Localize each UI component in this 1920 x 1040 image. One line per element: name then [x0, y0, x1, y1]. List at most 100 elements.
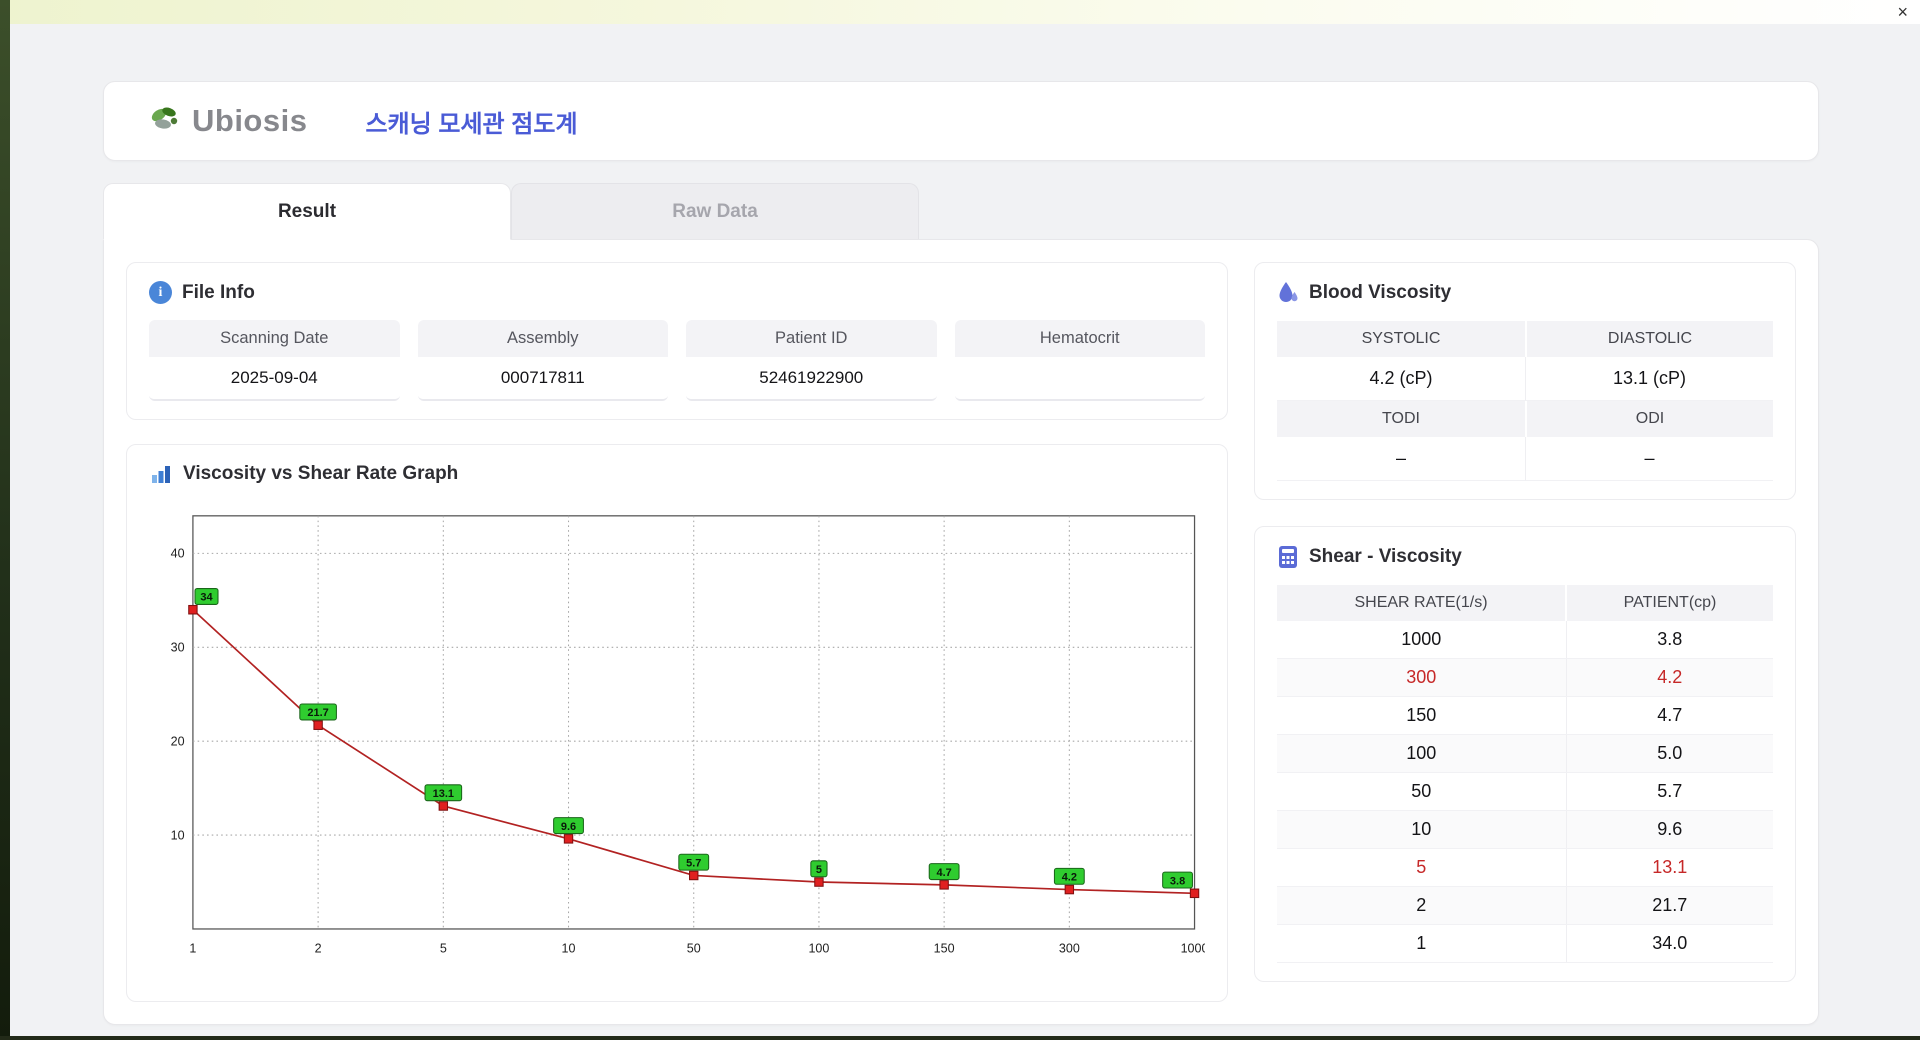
bv-metric-value: –: [1277, 437, 1525, 481]
tab-raw-data[interactable]: Raw Data: [511, 183, 919, 239]
svg-text:13.1: 13.1: [433, 788, 454, 800]
svg-text:30: 30: [171, 640, 185, 654]
field-label: Scanning Date: [149, 320, 400, 357]
svg-text:40: 40: [171, 547, 185, 561]
cell-patient: 5.0: [1565, 734, 1773, 773]
svg-text:50: 50: [687, 941, 701, 955]
window-close-icon[interactable]: ×: [1897, 3, 1908, 21]
cell-shear-rate: 100: [1277, 734, 1566, 773]
table-row: 1 34.0: [1277, 924, 1773, 963]
cell-shear-rate: 2: [1277, 886, 1566, 925]
page-title: 스캐닝 모세관 점도계: [365, 110, 578, 138]
field-value: [954, 357, 1205, 399]
table-header: SHEAR RATE(1/s) PATIENT(cp): [1277, 585, 1773, 621]
bv-metric-value: 13.1 (cP): [1525, 357, 1773, 401]
app-header: Ubiosis 스캐닝 모세관 점도계: [103, 81, 1819, 161]
cell-patient: 34.0: [1565, 924, 1773, 963]
cell-patient: 4.2: [1565, 658, 1773, 697]
file-info-field: Hematocrit: [954, 320, 1205, 401]
table-row: 150 4.7: [1277, 696, 1773, 735]
table-row: 100 5.0: [1277, 734, 1773, 773]
svg-text:1: 1: [189, 941, 196, 955]
blood-viscosity-grid: SYSTOLIC DIASTOLIC 4.2 (cP) 13.1 (cP) TODI OD…: [1277, 321, 1773, 481]
cell-shear-rate: 10: [1277, 810, 1566, 849]
logo-text: Ubiosis: [192, 103, 308, 138]
svg-text:2: 2: [315, 941, 322, 955]
window-left-strip: [0, 0, 10, 1040]
svg-text:5: 5: [816, 864, 822, 876]
graph-card: Viscosity vs Shear Rate Graph 10 20 30 40 1 2…: [126, 444, 1228, 1002]
bv-metric-value: –: [1525, 437, 1773, 481]
cell-shear-rate: 1: [1277, 924, 1566, 963]
tab-result[interactable]: Result: [103, 183, 511, 240]
viscosity-chart-svg: 10 20 30 40 1 2 5 10 50 100 150 300 1000 34 21.7 13.1 9.…: [171, 515, 1205, 955]
left-column: i File Info Scanning Date 2025-09-04 Assem…: [126, 262, 1228, 1002]
svg-text:5: 5: [440, 941, 447, 955]
bv-metric-label: SYSTOLIC: [1277, 321, 1525, 357]
content-panel: i File Info Scanning Date 2025-09-04 Assem…: [103, 239, 1819, 1025]
cell-patient: 9.6: [1565, 810, 1773, 849]
svg-text:4.2: 4.2: [1062, 871, 1077, 883]
table-row: 2 21.7: [1277, 886, 1773, 925]
shear-viscosity-rows: 1000 3.8 300 4.2 150 4.7 100 5.0 50 5.7 10 9.6 5 13.1…: [1277, 621, 1773, 963]
calculator-icon: [1279, 546, 1297, 568]
file-info-header: i File Info: [149, 281, 1205, 304]
shear-viscosity-title: Shear - Viscosity: [1309, 546, 1462, 567]
logo-leaf-icon: [151, 107, 178, 129]
table-row: 5 13.1: [1277, 848, 1773, 887]
svg-text:20: 20: [171, 734, 185, 748]
app-logo: Ubiosis: [146, 101, 307, 141]
svg-text:300: 300: [1059, 941, 1080, 955]
table-row: 1000 3.8: [1277, 621, 1773, 659]
field-label: Assembly: [417, 320, 668, 357]
cell-patient: 5.7: [1565, 772, 1773, 811]
bar-chart-icon: [152, 466, 170, 483]
bv-metric-label: TODI: [1277, 401, 1525, 437]
info-icon: i: [149, 281, 172, 304]
bv-metric-label: DIASTOLIC: [1525, 321, 1773, 357]
svg-text:5.7: 5.7: [686, 857, 701, 869]
graph-header: Viscosity vs Shear Rate Graph: [149, 463, 1205, 485]
svg-text:4.7: 4.7: [937, 867, 952, 879]
file-info-field: Scanning Date 2025-09-04: [149, 320, 400, 401]
file-info-title: File Info: [182, 281, 255, 303]
svg-text:3.8: 3.8: [1170, 875, 1185, 887]
field-value: 000717811: [417, 357, 668, 399]
blood-viscosity-title: Blood Viscosity: [1309, 282, 1452, 303]
svg-text:1000: 1000: [1181, 941, 1205, 955]
svg-text:150: 150: [934, 941, 955, 955]
svg-text:10: 10: [562, 941, 576, 955]
table-row: 50 5.7: [1277, 772, 1773, 811]
cell-shear-rate: 150: [1277, 696, 1566, 735]
column-header-patient: PATIENT(cp): [1565, 585, 1773, 621]
file-info-fields: Scanning Date 2025-09-04 Assembly 000717811…: [149, 320, 1205, 401]
file-info-field: Patient ID 52461922900: [686, 320, 937, 401]
cell-patient: 3.8: [1565, 621, 1773, 659]
field-label: Patient ID: [686, 320, 937, 357]
file-info-card: i File Info Scanning Date 2025-09-04 Assem…: [126, 262, 1228, 420]
cell-shear-rate: 300: [1277, 658, 1566, 697]
table-row: 300 4.2: [1277, 658, 1773, 697]
bv-metric-label: ODI: [1525, 401, 1773, 437]
blood-viscosity-header: Blood Viscosity: [1277, 281, 1773, 305]
shear-viscosity-card: Shear - Viscosity SHEAR RATE(1/s) PATIEN…: [1254, 526, 1796, 982]
cell-shear-rate: 50: [1277, 772, 1566, 811]
shear-viscosity-header: Shear - Viscosity: [1277, 545, 1773, 569]
field-value: 2025-09-04: [149, 357, 400, 399]
blood-viscosity-card: Blood Viscosity SYSTOLIC DIASTOLIC 4.2 (cP…: [1254, 262, 1796, 500]
svg-text:10: 10: [171, 828, 185, 842]
svg-text:34: 34: [200, 592, 213, 604]
cell-patient: 4.7: [1565, 696, 1773, 735]
right-column: Blood Viscosity SYSTOLIC DIASTOLIC 4.2 (cP…: [1254, 262, 1796, 1002]
cell-shear-rate: 1000: [1277, 621, 1566, 659]
window-top-strip: [0, 0, 1920, 24]
window-bottom-strip: [0, 1036, 1920, 1040]
cell-patient: 21.7: [1565, 886, 1773, 925]
cell-patient: 13.1: [1565, 848, 1773, 887]
svg-text:21.7: 21.7: [307, 707, 328, 719]
graph-title: Viscosity vs Shear Rate Graph: [183, 463, 459, 484]
shear-viscosity-table: SHEAR RATE(1/s) PATIENT(cp) 1000 3.8 300 4.…: [1277, 585, 1773, 963]
cell-shear-rate: 5: [1277, 848, 1566, 887]
field-label: Hematocrit: [954, 320, 1205, 357]
tab-bar: Result Raw Data: [103, 183, 1819, 240]
